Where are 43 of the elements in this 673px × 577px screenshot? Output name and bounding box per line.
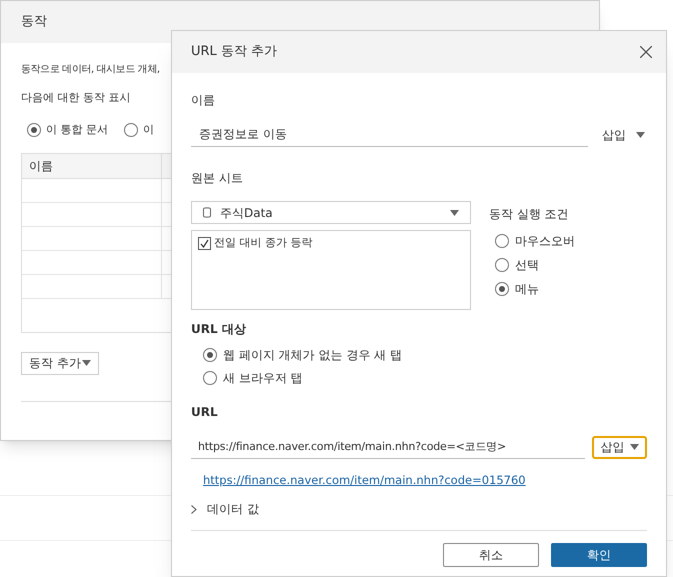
field-label: 원본 시트 bbox=[191, 170, 244, 187]
dropdown-value: 주식Data bbox=[220, 204, 274, 222]
caret-icon bbox=[82, 360, 91, 366]
section-label: 다음에 대한 동작 표시 bbox=[21, 90, 130, 106]
description-text: 동작으로 데이터, 대시보드 개체, bbox=[21, 63, 160, 77]
cancel-button[interactable]: 취소 bbox=[443, 543, 539, 567]
radio-button[interactable] bbox=[495, 258, 509, 272]
radio-button[interactable] bbox=[495, 282, 509, 296]
radio-button[interactable] bbox=[203, 348, 217, 362]
radio-label: 새 브라우저 탭 bbox=[223, 370, 303, 387]
caret-icon bbox=[630, 444, 639, 450]
url-preview-link[interactable]: https://finance.naver.com/item/main.nhn?code=015760 bbox=[203, 473, 526, 487]
field-label: URL 대상 bbox=[191, 321, 247, 338]
radio-button[interactable] bbox=[495, 234, 509, 248]
dialog-title: URL 동작 추가 bbox=[191, 43, 278, 62]
checkbox-label: 전일 대비 종가 등락 bbox=[214, 235, 312, 251]
source-sheet-dropdown[interactable]: 주식Data bbox=[191, 201, 471, 224]
field-label: URL bbox=[191, 404, 219, 421]
radio-label: 이 통합 문서 bbox=[46, 122, 108, 138]
caret-icon bbox=[636, 132, 645, 138]
radio-button[interactable] bbox=[203, 371, 217, 385]
data-values-toggle[interactable]: 데이터 값 bbox=[191, 500, 259, 518]
radio-button[interactable] bbox=[27, 123, 41, 138]
radio-label: 웹 페이지 개체가 없는 경우 새 탭 bbox=[223, 347, 402, 364]
insert-dropdown[interactable]: 삽입 bbox=[600, 124, 647, 146]
confirm-button[interactable]: 확인 bbox=[551, 543, 647, 567]
radio-label: 선택 bbox=[515, 257, 539, 274]
radio-label: 이 bbox=[143, 122, 154, 138]
radio-label: 마우스오버 bbox=[515, 233, 575, 250]
column-header: 이름 bbox=[22, 154, 162, 178]
database-icon bbox=[203, 207, 211, 218]
field-label: 이름 bbox=[191, 92, 216, 109]
checkbox[interactable] bbox=[198, 236, 211, 250]
field-label: 동작 실행 조건 bbox=[489, 206, 570, 223]
add-action-button[interactable]: 동작 추가 bbox=[21, 352, 99, 374]
url-field[interactable]: https://finance.naver.com/item/main.nhn?code=<코드명> bbox=[191, 435, 586, 459]
close-icon bbox=[640, 46, 652, 58]
name-field[interactable]: 증권정보로 이동 bbox=[191, 123, 588, 147]
insert-dropdown[interactable]: 삽입 bbox=[592, 436, 647, 458]
dialog-title: 동작 bbox=[21, 13, 47, 32]
caret-icon bbox=[450, 210, 459, 216]
radio-label: 메뉴 bbox=[515, 281, 539, 298]
radio-button[interactable] bbox=[124, 123, 138, 138]
